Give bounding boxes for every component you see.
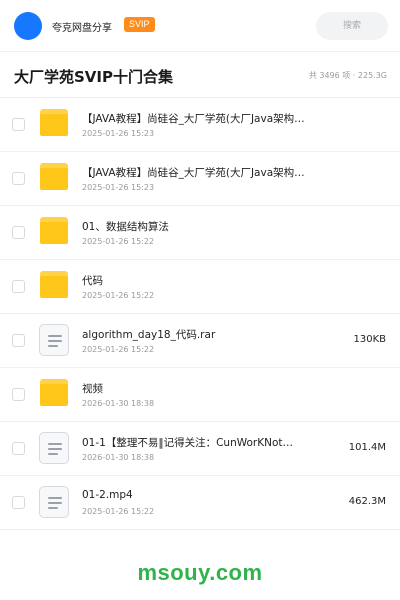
list-item[interactable]: 【JAVA教程】尚硅谷_大厂学苑(大厂Java架构… 2025-01-26 15… [0, 152, 400, 206]
item-name[interactable]: 01-2.mp4 [82, 489, 322, 501]
item-checkbox[interactable] [12, 280, 25, 293]
top-bar: 夸克网盘分享 SVIP 搜索 [0, 0, 400, 52]
list-item[interactable]: 01、数据结构算法 2025-01-26 15:22 [0, 206, 400, 260]
item-date: 2025-01-26 15:22 [82, 345, 155, 354]
item-name[interactable]: 代码 [82, 273, 322, 288]
folder-icon [38, 162, 70, 194]
item-date: 2025-01-26 15:22 [82, 237, 155, 246]
item-name[interactable]: 【JAVA教程】尚硅谷_大厂学苑(大厂Java架构… [82, 111, 322, 126]
svip-badge: SVIP [124, 17, 155, 32]
item-date: 2025-01-26 15:22 [82, 507, 155, 516]
title-row: 大厂学苑SVIP十门合集 共 3496 项 · 225.3G [0, 52, 400, 98]
item-checkbox[interactable] [12, 118, 25, 131]
search-input[interactable]: 搜索 [316, 12, 388, 40]
item-name[interactable]: 视频 [82, 381, 322, 396]
document-icon [38, 486, 70, 518]
item-name[interactable]: 【JAVA教程】尚硅谷_大厂学苑(大厂Java架构… [82, 165, 322, 180]
folder-icon [38, 270, 70, 302]
item-checkbox[interactable] [12, 496, 25, 509]
item-name[interactable]: algorithm_day18_代码.rar [82, 327, 322, 342]
folder-icon [38, 108, 70, 140]
item-checkbox[interactable] [12, 334, 25, 347]
list-item[interactable]: 01-1【整理不易‖记得关注：CunWorKNot… 2026-01-30 18… [0, 422, 400, 476]
item-checkbox[interactable] [12, 226, 25, 239]
item-name[interactable]: 01-1【整理不易‖记得关注：CunWorKNot… [82, 435, 322, 450]
item-date: 2025-01-26 15:23 [82, 183, 155, 192]
item-date: 2025-01-26 15:23 [82, 129, 155, 138]
watermark-text: msouy.com [137, 560, 263, 585]
item-count-summary: 共 3496 项 · 225.3G [308, 71, 387, 80]
document-icon [38, 432, 70, 464]
avatar[interactable] [14, 12, 42, 40]
item-checkbox[interactable] [12, 442, 25, 455]
list-item[interactable]: algorithm_day18_代码.rar 2025-01-26 15:22 … [0, 314, 400, 368]
folder-icon [38, 378, 70, 410]
page-title: 大厂学苑SVIP十门合集 [14, 68, 173, 86]
item-size: 101.4M [348, 442, 386, 453]
item-size: 130KB [353, 334, 386, 345]
item-date: 2026-01-30 18:38 [82, 453, 155, 462]
item-date: 2026-01-30 18:38 [82, 399, 155, 408]
brand-name: 夸克网盘分享 [52, 23, 112, 34]
item-size: 462.3M [348, 496, 386, 507]
folder-icon [38, 216, 70, 248]
item-checkbox[interactable] [12, 172, 25, 185]
file-list: 【JAVA教程】尚硅谷_大厂学苑(大厂Java架构… 2025-01-26 15… [0, 98, 400, 530]
document-icon [38, 324, 70, 356]
list-item[interactable]: 01-2.mp4 2025-01-26 15:22 462.3M [0, 476, 400, 530]
list-item[interactable]: 视频 2026-01-30 18:38 [0, 368, 400, 422]
list-item[interactable]: 代码 2025-01-26 15:22 [0, 260, 400, 314]
list-item[interactable]: 【JAVA教程】尚硅谷_大厂学苑(大厂Java架构… 2025-01-26 15… [0, 98, 400, 152]
item-date: 2025-01-26 15:22 [82, 291, 155, 300]
item-checkbox[interactable] [12, 388, 25, 401]
item-name[interactable]: 01、数据结构算法 [82, 219, 322, 234]
